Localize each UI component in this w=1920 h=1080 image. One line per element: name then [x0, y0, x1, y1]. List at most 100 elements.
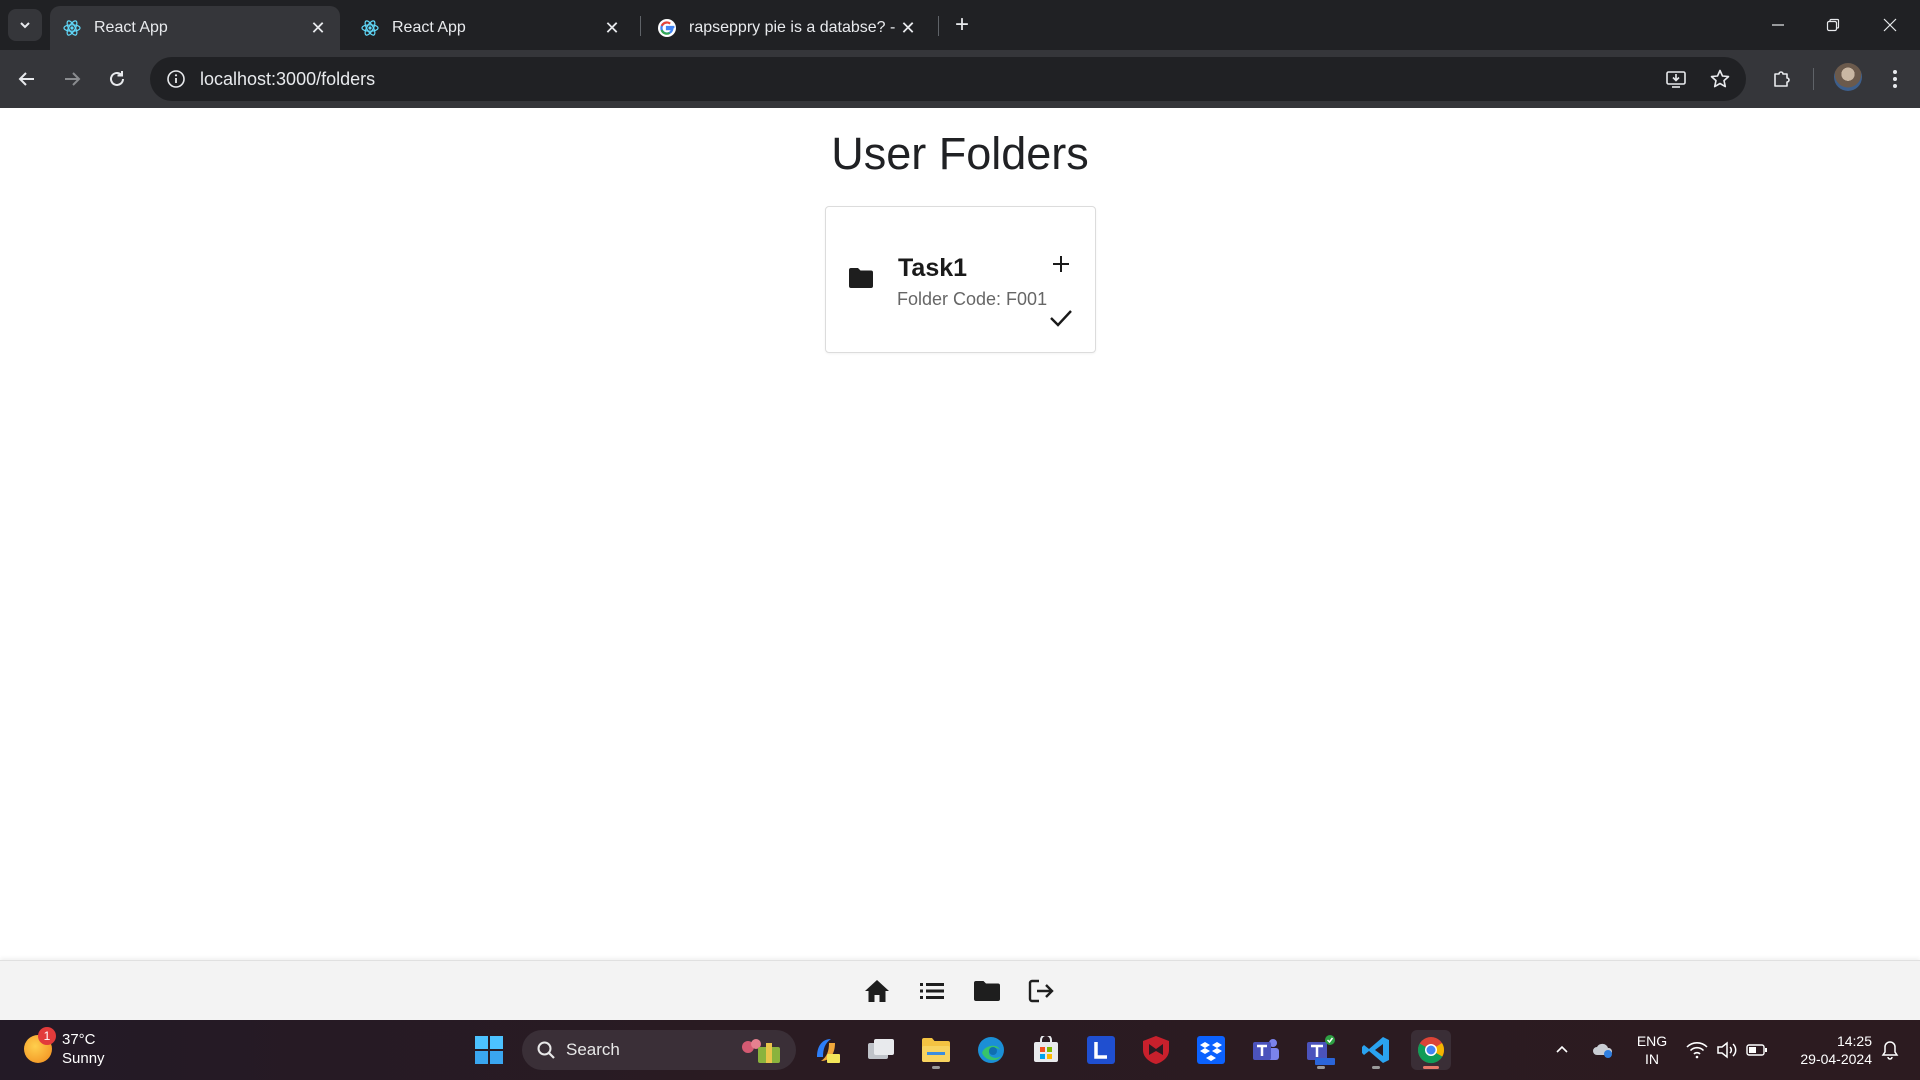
close-tab-icon[interactable]: ✕ — [898, 18, 918, 38]
battery-tray[interactable] — [1744, 1020, 1770, 1080]
folder-icon — [848, 267, 874, 294]
dropbox-icon — [1197, 1036, 1225, 1064]
restore-button[interactable] — [1813, 10, 1853, 40]
close-tab-icon[interactable]: ✕ — [602, 18, 622, 38]
volume-tray[interactable] — [1714, 1020, 1740, 1080]
mcafee-app[interactable] — [1136, 1030, 1176, 1070]
task-view-icon — [868, 1039, 894, 1059]
start-button[interactable] — [469, 1030, 509, 1070]
forward-button[interactable] — [57, 64, 87, 94]
teams-new-icon — [1307, 1035, 1335, 1065]
microsoft-store-app[interactable] — [1026, 1030, 1066, 1070]
tab-react-app-2[interactable]: React App ✕ — [348, 6, 634, 50]
weather-widget[interactable]: 1 37°C Sunny — [24, 1027, 105, 1068]
running-indicator — [1317, 1066, 1325, 1069]
bookmark-button[interactable] — [1702, 57, 1738, 101]
logout-button[interactable] — [1025, 975, 1059, 1007]
vscode-icon — [1362, 1037, 1389, 1063]
folder-card[interactable]: Task1 Folder Code: F001 — [825, 206, 1096, 353]
home-icon — [865, 980, 889, 1002]
back-button[interactable] — [12, 64, 42, 94]
chrome-icon — [1417, 1037, 1445, 1064]
running-indicator — [932, 1066, 940, 1069]
weather-temperature: 37°C — [62, 1031, 96, 1048]
show-hidden-icons-button[interactable] — [1550, 1020, 1574, 1080]
reload-button[interactable] — [102, 64, 132, 94]
tab-search-button[interactable] — [8, 9, 42, 41]
teams-new-app[interactable] — [1301, 1030, 1341, 1070]
folder-name: Task1 — [898, 254, 968, 282]
file-explorer-icon — [922, 1038, 950, 1062]
search-highlight-icon — [742, 1039, 780, 1063]
notification-badge: 1 — [38, 1027, 56, 1045]
tab-title: React App — [392, 19, 466, 36]
toolbar-divider — [1813, 68, 1814, 90]
edge-icon — [978, 1037, 1004, 1063]
close-tab-icon[interactable]: ✕ — [308, 18, 328, 38]
star-icon — [1710, 69, 1730, 88]
extensions-button[interactable] — [1767, 64, 1797, 94]
page-content: User Folders Task1 Folder Code: F001 — [0, 108, 1920, 1021]
folder-icon — [974, 981, 1000, 1001]
plus-icon — [1053, 256, 1069, 272]
language-indicator[interactable]: ENG IN — [1630, 1032, 1674, 1068]
windows-taskbar: 1 37°C Sunny Search ENG IN 14:25 29-04-2… — [0, 1020, 1920, 1080]
tab-title: rapsepprу pie is a databse? - Go — [689, 19, 898, 36]
list-icon — [920, 983, 944, 999]
l-app[interactable] — [1081, 1030, 1121, 1070]
profile-avatar[interactable] — [1834, 63, 1862, 91]
l-app-icon — [1087, 1036, 1115, 1064]
site-info-icon[interactable] — [154, 57, 198, 101]
address-bar[interactable]: localhost:3000/folders — [150, 57, 1746, 101]
notifications-button[interactable] — [1876, 1020, 1904, 1080]
tab-separator — [640, 16, 641, 36]
wifi-tray[interactable] — [1684, 1020, 1710, 1080]
search-icon — [537, 1041, 555, 1059]
region-code: IN — [1645, 1051, 1659, 1067]
back-arrow-icon — [18, 72, 34, 86]
close-window-button[interactable] — [1870, 10, 1910, 40]
folders-button[interactable] — [970, 975, 1004, 1007]
tab-react-app-1[interactable]: React App ✕ — [50, 6, 340, 50]
system-clock[interactable]: 14:25 29-04-2024 — [1780, 1032, 1872, 1068]
tab-title: React App — [94, 19, 168, 36]
edge-app[interactable] — [971, 1030, 1011, 1070]
mcafee-shield-icon — [1143, 1036, 1169, 1064]
dropbox-app[interactable] — [1191, 1030, 1231, 1070]
minimize-button[interactable] — [1758, 10, 1798, 40]
react-logo-icon — [360, 18, 380, 38]
tab-google-search[interactable]: rapsepprу pie is a databse? - Go ✕ — [645, 6, 930, 50]
volume-icon — [1717, 1041, 1737, 1059]
chevron-down-icon — [20, 22, 30, 29]
teams-icon — [1253, 1039, 1279, 1060]
complete-button[interactable] — [1048, 305, 1074, 331]
install-icon — [1666, 71, 1686, 88]
minimize-icon — [1772, 24, 1784, 26]
teams-app[interactable] — [1246, 1030, 1286, 1070]
bottom-navigation — [0, 960, 1920, 1021]
bell-icon — [1881, 1041, 1899, 1060]
store-icon — [1034, 1036, 1058, 1062]
add-button[interactable] — [1048, 251, 1074, 277]
running-indicator — [1372, 1066, 1380, 1069]
clock-time: 14:25 — [1836, 1033, 1872, 1049]
browser-menu-button[interactable] — [1880, 64, 1910, 94]
onedrive-tray[interactable] — [1588, 1020, 1618, 1080]
home-button[interactable] — [860, 975, 894, 1007]
cloud-icon — [1593, 1043, 1613, 1058]
list-button[interactable] — [915, 975, 949, 1007]
windows-logo-icon — [475, 1036, 503, 1064]
weather-condition: Sunny — [62, 1050, 105, 1067]
new-tab-button[interactable]: + — [950, 13, 974, 37]
taskbar-search[interactable]: Search — [522, 1030, 796, 1070]
task-view-app[interactable] — [861, 1030, 901, 1070]
copilot-app[interactable] — [806, 1030, 846, 1070]
chrome-app[interactable] — [1411, 1030, 1451, 1070]
google-logo-icon — [657, 18, 677, 38]
install-app-button[interactable] — [1658, 57, 1694, 101]
browser-toolbar: localhost:3000/folders — [0, 50, 1920, 108]
file-explorer-app[interactable] — [916, 1030, 956, 1070]
page-title: User Folders — [831, 128, 1089, 179]
search-label: Search — [566, 1040, 620, 1059]
vscode-app[interactable] — [1356, 1030, 1396, 1070]
